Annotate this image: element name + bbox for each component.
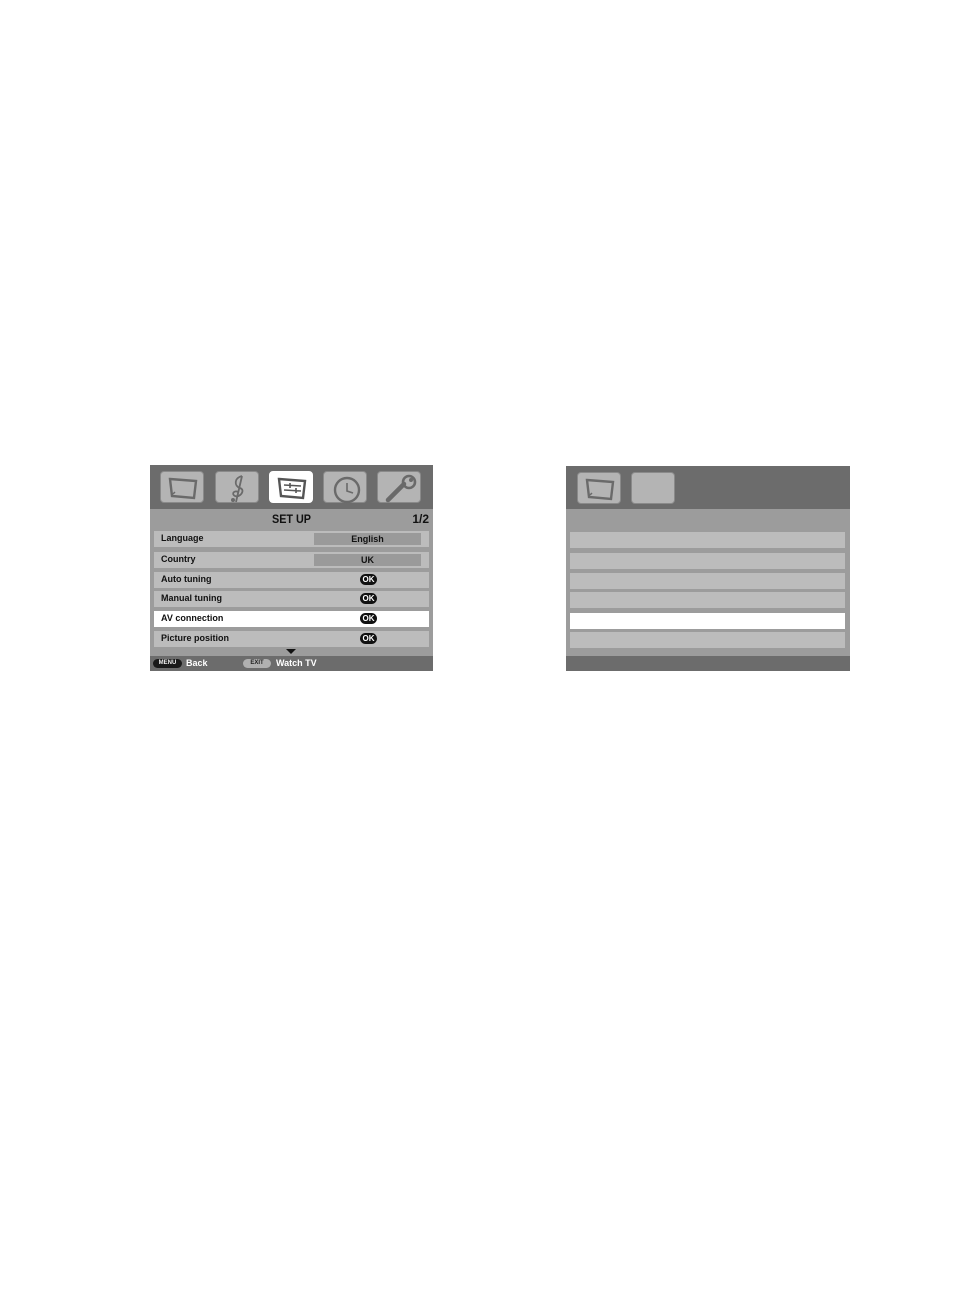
row-label: Picture position [161,633,230,643]
setup-sliders-icon [277,477,307,500]
menu-key-icon: MENU [153,659,182,668]
menu-row-manual-tuning[interactable]: Manual tuning OK [154,591,429,607]
menu-row-empty[interactable] [570,573,845,589]
menu-row-av-connection[interactable]: AV connection OK [154,611,429,627]
page-indicator: 1/2 [412,512,429,526]
ok-button-icon[interactable]: OK [360,593,377,604]
scroll-down-arrow-icon[interactable] [286,649,296,654]
menu-row-auto-tuning[interactable]: Auto tuning OK [154,572,429,588]
row-label: Country [161,554,196,564]
watch-tv-label[interactable]: Watch TV [276,658,317,668]
clock-icon [333,476,361,504]
row-label: Manual tuning [161,593,222,603]
menu-footer: MENU Back EXIT Watch TV [150,656,433,671]
menu-footer [566,656,850,671]
tab-timer[interactable] [323,471,367,504]
wrench-icon [385,474,417,503]
ok-button-icon[interactable]: OK [360,613,377,624]
page-title: SET UP [271,512,312,526]
ok-button-icon[interactable]: OK [360,574,377,585]
menu-row-picture-position[interactable]: Picture position OK [154,631,429,647]
tab-blank[interactable] [631,472,675,504]
row-value[interactable]: UK [314,554,421,566]
tv-picture-icon [585,478,615,501]
tv-picture-icon [168,477,198,500]
tab-setup[interactable] [269,471,313,503]
menu-row-empty[interactable] [570,592,845,608]
tab-picture[interactable] [160,471,204,503]
row-label: AV connection [161,613,224,623]
exit-key-icon: EXIT [243,659,271,668]
menu-row-country[interactable]: Country UK [154,552,429,568]
tab-tools[interactable] [377,471,421,503]
menu-title-bar: SET UP 1/2 [150,509,433,531]
menu-row-empty[interactable] [570,532,845,548]
tab-sound[interactable] [215,471,259,503]
row-label: Language [161,533,204,543]
menu-row-empty[interactable] [570,553,845,569]
menu-row-empty[interactable] [570,632,845,648]
setup-menu: SET UP 1/2 Language English Country UK A… [150,465,433,671]
back-label[interactable]: Back [186,658,208,668]
music-note-icon [231,475,244,503]
row-label: Auto tuning [161,574,212,584]
tab-picture[interactable] [577,472,621,504]
ok-button-icon[interactable]: OK [360,633,377,644]
blank-menu-template [566,466,850,671]
menu-row-empty-selected[interactable] [570,613,845,629]
menu-icon-bar [150,465,433,509]
menu-row-language[interactable]: Language English [154,531,429,547]
menu-icon-bar [566,466,850,509]
row-value[interactable]: English [314,533,421,545]
